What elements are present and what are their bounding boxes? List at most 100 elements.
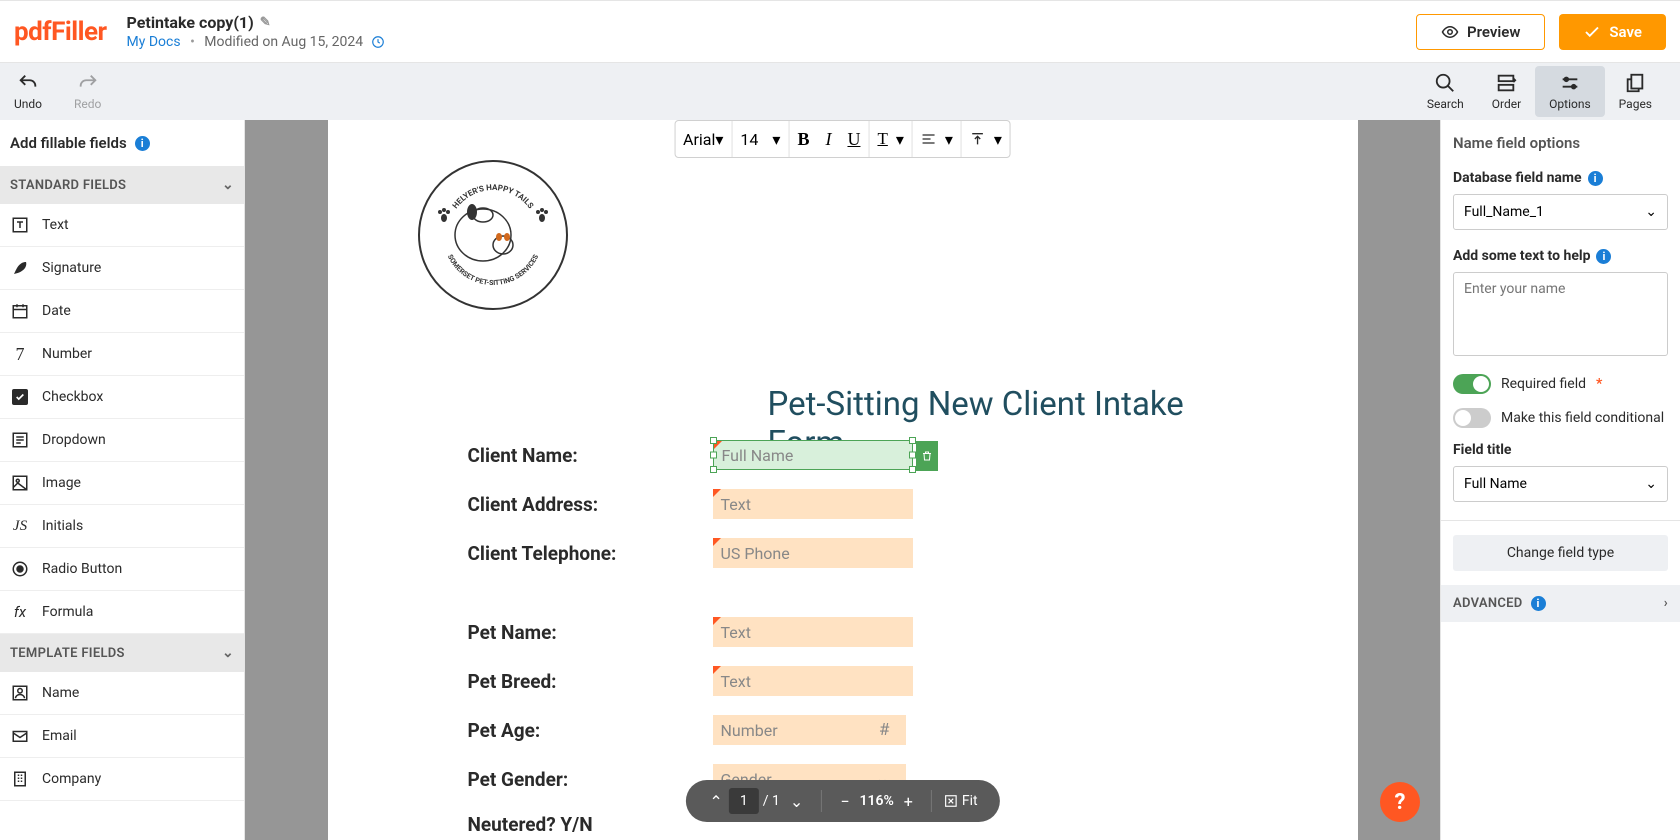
- field-pet-breed[interactable]: Text: [713, 666, 913, 696]
- undo-button[interactable]: Undo: [14, 72, 42, 111]
- resize-handle[interactable]: [710, 452, 717, 459]
- field-email[interactable]: Email: [0, 715, 244, 758]
- undo-label: Undo: [14, 97, 42, 111]
- field-signature[interactable]: Signature: [0, 247, 244, 290]
- save-button[interactable]: Save: [1559, 14, 1666, 50]
- field-pet-age[interactable]: Number#: [713, 715, 906, 745]
- valign-button[interactable]: ▾: [962, 121, 1010, 157]
- breadcrumb-mydocs[interactable]: My Docs: [127, 34, 181, 50]
- delete-field-button[interactable]: [916, 441, 938, 471]
- field-name[interactable]: Name: [0, 672, 244, 715]
- history-icon[interactable]: [371, 35, 385, 49]
- valign-icon: [970, 131, 986, 147]
- info-icon[interactable]: i: [135, 136, 150, 151]
- options-button[interactable]: Options: [1535, 66, 1605, 117]
- person-icon: [10, 683, 30, 703]
- resize-handle[interactable]: [909, 437, 916, 444]
- next-page-button[interactable]: ⌄: [784, 786, 809, 817]
- field-radio[interactable]: Radio Button: [0, 548, 244, 591]
- chevron-down-icon: ▾: [715, 130, 723, 149]
- checkbox-icon: [10, 387, 30, 407]
- field-image[interactable]: Image: [0, 462, 244, 505]
- field-client-address[interactable]: Text: [713, 489, 913, 519]
- prev-page-button[interactable]: ⌃: [703, 786, 728, 817]
- resize-handle[interactable]: [909, 466, 916, 473]
- field-number[interactable]: 7Number: [0, 333, 244, 376]
- template-fields-header[interactable]: TEMPLATE FIELDS ⌄: [0, 634, 244, 672]
- underline-button[interactable]: U: [839, 125, 868, 154]
- chevron-down-icon: ⌄: [222, 645, 234, 661]
- image-icon: [10, 473, 30, 493]
- info-icon[interactable]: i: [1596, 249, 1611, 264]
- field-text-label: Text: [42, 217, 69, 233]
- help-text-input[interactable]: [1453, 272, 1668, 356]
- field-company[interactable]: Company: [0, 758, 244, 801]
- required-marker: [713, 617, 721, 625]
- conditional-toggle[interactable]: [1453, 408, 1491, 428]
- align-button[interactable]: ▾: [913, 121, 962, 157]
- redo-label: Redo: [74, 97, 101, 111]
- info-icon[interactable]: i: [1531, 596, 1546, 611]
- document-page[interactable]: HELYER'S HAPPY TAILS SOMERSET PET-SITTIN…: [328, 120, 1358, 840]
- font-size: 14: [740, 130, 758, 149]
- required-toggle[interactable]: [1453, 374, 1491, 394]
- field-image-label: Image: [42, 475, 81, 491]
- font-select[interactable]: Arial▾: [675, 121, 732, 157]
- field-title-value: Full Name: [1464, 476, 1527, 492]
- field-pet-name[interactable]: Text: [713, 617, 913, 647]
- preview-button[interactable]: Preview: [1416, 14, 1545, 50]
- page-number-input[interactable]: [729, 788, 759, 814]
- info-icon[interactable]: i: [1588, 171, 1603, 186]
- field-date[interactable]: Date: [0, 290, 244, 333]
- zoom-out-button[interactable]: −: [834, 786, 855, 817]
- chevron-down-icon: ⌄: [222, 177, 234, 193]
- redo-button[interactable]: Redo: [74, 72, 101, 111]
- label-client-telephone: Client Telephone:: [468, 542, 713, 565]
- field-title-label: Field title: [1453, 442, 1668, 458]
- page-controls: ⌃ / 1 ⌄: [695, 786, 817, 817]
- section-gap: [468, 587, 1268, 617]
- field-signature-label: Signature: [42, 260, 101, 276]
- standard-fields-header[interactable]: STANDARD FIELDS ⌄: [0, 166, 244, 204]
- eye-icon: [1441, 23, 1459, 41]
- resize-handle[interactable]: [909, 452, 916, 459]
- field-email-label: Email: [42, 728, 77, 744]
- field-client-telephone[interactable]: US Phone: [713, 538, 913, 568]
- top-bar: pdfFiller Petintake copy(1) ✎ My Docs • …: [0, 0, 1680, 63]
- fit-button[interactable]: Fit: [936, 793, 990, 809]
- resize-handle[interactable]: [710, 437, 717, 444]
- text-color-button[interactable]: T▾: [869, 121, 912, 157]
- page-content: HELYER'S HAPPY TAILS SOMERSET PET-SITTIN…: [328, 120, 1358, 840]
- field-text[interactable]: Text: [0, 204, 244, 247]
- field-checkbox[interactable]: Checkbox: [0, 376, 244, 419]
- field-client-name[interactable]: Full Name: [713, 440, 913, 470]
- search-button[interactable]: Search: [1413, 66, 1478, 117]
- resize-handle[interactable]: [710, 466, 717, 473]
- help-button[interactable]: ?: [1380, 782, 1420, 822]
- modified-date: Modified on Aug 15, 2024: [204, 34, 363, 50]
- placeholder-text: Text: [721, 623, 751, 642]
- edit-title-icon[interactable]: ✎: [260, 15, 271, 30]
- chevron-down-icon: ⌄: [1645, 204, 1657, 220]
- field-checkbox-label: Checkbox: [42, 389, 103, 405]
- pages-button[interactable]: Pages: [1605, 66, 1666, 117]
- italic-button[interactable]: I: [817, 125, 839, 154]
- zoom-in-button[interactable]: +: [898, 786, 919, 817]
- field-title-select[interactable]: Full Name ⌄: [1453, 466, 1668, 502]
- label-pet-name: Pet Name:: [468, 621, 713, 644]
- db-name-select[interactable]: Full_Name_1⌄: [1453, 194, 1668, 230]
- required-toggle-row: Required field *: [1453, 374, 1668, 394]
- order-button[interactable]: Order: [1478, 66, 1535, 117]
- change-field-type-button[interactable]: Change field type: [1453, 535, 1668, 571]
- field-formula[interactable]: fxFormula: [0, 591, 244, 634]
- trash-icon: [921, 450, 933, 462]
- field-formula-label: Formula: [42, 604, 93, 620]
- advanced-section-header[interactable]: ADVANCED i ›: [1441, 585, 1680, 622]
- row-pet-age: Pet Age: Number#: [468, 715, 1268, 745]
- chevron-down-icon: ⌄: [1645, 476, 1657, 492]
- field-dropdown[interactable]: Dropdown: [0, 419, 244, 462]
- field-initials[interactable]: JSInitials: [0, 505, 244, 548]
- toolbar-right-group: Search Order Options Pages: [1413, 66, 1666, 117]
- size-select[interactable]: 14▾: [732, 121, 789, 157]
- bold-button[interactable]: B: [789, 125, 817, 154]
